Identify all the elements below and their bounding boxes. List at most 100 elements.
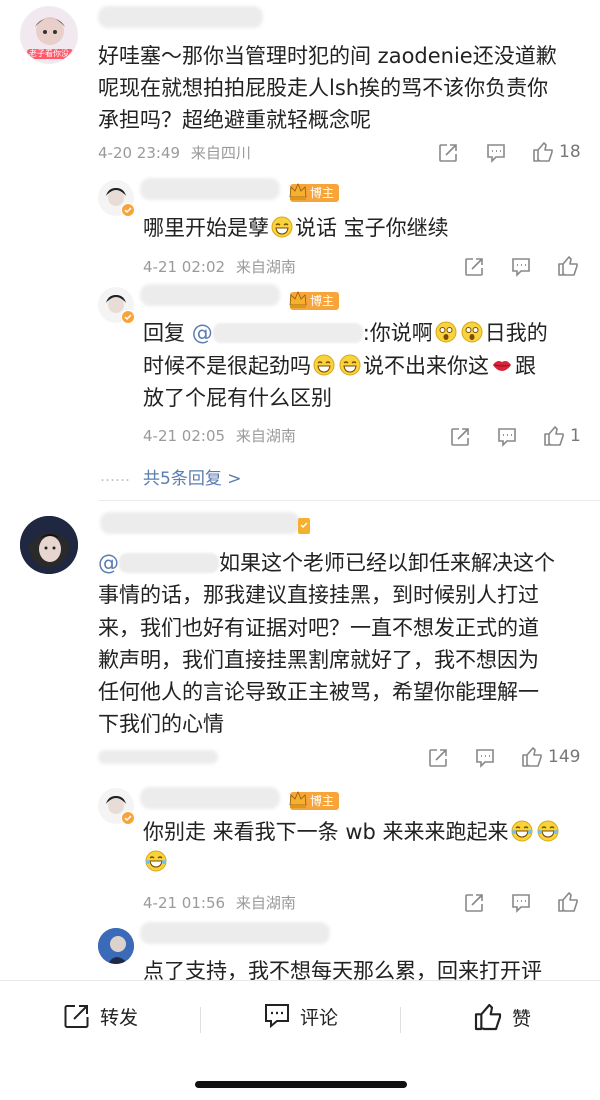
medal-icon <box>298 518 310 534</box>
share-icon <box>64 1005 89 1028</box>
reply-location: 来自湖南 <box>235 258 296 276</box>
more-replies-link[interactable]: 共5条回复 > <box>143 464 241 489</box>
comment-icon <box>498 428 516 447</box>
reply-time: 4-21 02:05 <box>143 427 226 445</box>
thumbs-up-icon <box>558 256 578 276</box>
comment-text-line: 下我们的心情 <box>98 712 224 736</box>
comment-icon <box>512 894 530 913</box>
reply-text-line: 放了个屁有什么区别 <box>143 386 332 410</box>
reply-text: 哪里开始是孽 说话 宝子你继续 <box>143 216 449 240</box>
mention-link[interactable]: @ <box>98 551 119 575</box>
comment-text-line: 承担吗？超绝避重就轻概念呢 <box>98 108 371 132</box>
username-redacted[interactable] <box>100 512 300 534</box>
like-button[interactable] <box>556 253 580 279</box>
reply-meta: 4-21 02:05 来自湖南 <box>143 426 302 446</box>
repost-button[interactable] <box>427 745 449 771</box>
laugh-tears-emoji-icon <box>511 820 533 842</box>
laugh-tears-emoji-icon <box>537 820 559 842</box>
shocked-emoji-icon <box>461 321 483 343</box>
author-badge: 博主 <box>289 790 340 810</box>
avatar[interactable]: 老子看你没 <box>20 6 78 64</box>
comment-text-line: @ 如果这个老师已经以卸任来解决这个 <box>98 551 555 575</box>
meta-redacted <box>98 750 218 764</box>
avatar-caption: 老子看你没 <box>29 49 69 58</box>
username-redacted[interactable] <box>140 178 280 200</box>
like-label: 赞 <box>512 1007 532 1030</box>
comment-tab-button[interactable]: 评论 <box>262 1001 338 1031</box>
comment-location: 来自四川 <box>190 144 251 162</box>
grin-emoji-icon <box>271 216 293 238</box>
comment-button[interactable] <box>510 890 532 916</box>
reply-text-line: 回复 @:你说啊 日我的 <box>143 321 548 345</box>
comment-icon <box>476 749 494 768</box>
reply-meta: 4-21 01:56 来自湖南 <box>143 893 302 913</box>
verified-badge-icon <box>121 203 135 217</box>
like-button[interactable]: 1 <box>542 423 581 449</box>
author-badge: 博主 <box>289 290 340 310</box>
reply-text-line: 你别走 来看我下一条 wb 来来来跑起来 <box>143 816 561 848</box>
comment-time: 4-20 23:49 <box>98 144 181 162</box>
reply-time: 4-21 01:56 <box>143 894 226 912</box>
mention-link[interactable]: @ <box>192 321 213 345</box>
share-icon <box>429 749 447 767</box>
home-indicator <box>195 1081 407 1088</box>
repost-label: 转发 <box>100 1006 139 1029</box>
comment-label: 评论 <box>300 1006 339 1029</box>
thumbs-up-icon <box>558 892 578 912</box>
comment-text-line: 呢现在就想拍拍屁股走人lsh挨的骂不该你负责你 <box>98 76 549 100</box>
reply-text-line <box>143 850 169 873</box>
share-icon <box>451 428 469 446</box>
shocked-emoji-icon <box>435 321 457 343</box>
bar-separator <box>200 1007 201 1033</box>
username-redacted[interactable] <box>140 787 280 809</box>
like-button[interactable]: 149 <box>520 744 580 770</box>
username-redacted[interactable] <box>140 922 330 944</box>
comment-button[interactable] <box>485 140 507 166</box>
mention-redacted <box>119 553 219 573</box>
repost-button[interactable] <box>437 140 459 166</box>
mention-redacted <box>212 323 363 343</box>
repost-button[interactable] <box>463 890 485 916</box>
comment-text-line: 任何他人的言论导致正主被骂，希望你能理解一 <box>98 680 539 704</box>
like-button[interactable] <box>556 889 580 915</box>
grin-emoji-icon <box>339 354 361 376</box>
repost-tab-button[interactable]: 转发 <box>62 1001 138 1031</box>
like-count: 149 <box>548 747 581 767</box>
username-redacted[interactable] <box>98 6 263 28</box>
comment-button[interactable] <box>510 254 532 280</box>
reply-time: 4-21 02:02 <box>143 258 226 276</box>
crown-icon <box>289 182 307 200</box>
thumbs-up-icon <box>544 426 564 446</box>
comment-text-line: 来，我们也好有证据对吧？一直不想发正式的道 <box>98 616 539 640</box>
thumbs-up-icon <box>474 1003 502 1031</box>
comment-text-line: 事情的话，那我建议直接挂黑，到时候别人打过 <box>98 583 539 607</box>
crown-icon <box>289 790 307 808</box>
like-count: 1 <box>570 426 581 446</box>
comment-button[interactable] <box>474 745 496 771</box>
thumbs-up-icon <box>533 142 553 162</box>
avatar[interactable] <box>20 516 78 574</box>
username-redacted[interactable] <box>140 284 280 306</box>
share-icon <box>465 894 483 912</box>
avatar[interactable] <box>98 928 134 964</box>
thumbs-up-icon <box>522 747 542 767</box>
reply-meta: 4-21 02:02 来自湖南 <box>143 257 302 277</box>
comment-icon <box>487 144 505 163</box>
comment-divider <box>98 500 600 501</box>
reply-text-line: 时候不是很起劲吗 说不出来你这跟 <box>143 354 536 378</box>
repost-button[interactable] <box>449 424 471 450</box>
laugh-tears-emoji-icon <box>145 850 167 872</box>
like-button[interactable]: 18 <box>531 139 581 165</box>
comment-button[interactable] <box>496 424 518 450</box>
bar-separator <box>400 1007 401 1033</box>
share-icon <box>465 258 483 276</box>
comment-icon <box>265 1004 289 1029</box>
comment-text-line: 好哇塞～那你当管理时犯的间 zaodenie还没道歉 <box>98 44 557 68</box>
verified-badge-icon <box>121 310 135 324</box>
comment-icon <box>512 258 530 277</box>
lips-emoji-icon <box>493 361 511 371</box>
repost-button[interactable] <box>463 254 485 280</box>
grin-emoji-icon <box>313 354 335 376</box>
like-tab-button[interactable]: 赞 <box>472 1001 531 1033</box>
comment-text-line: 歉声明，我们直接挂黑割席就好了，我不想因为 <box>98 648 539 672</box>
